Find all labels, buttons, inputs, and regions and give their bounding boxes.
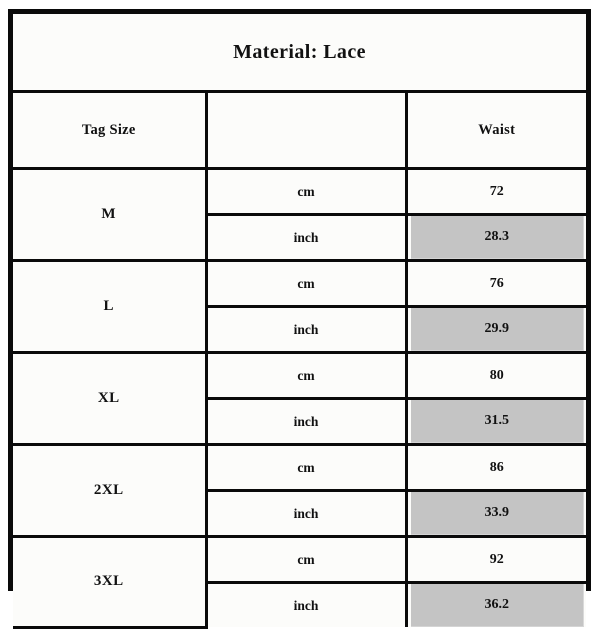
waist-cm-m: 72 xyxy=(404,167,587,216)
waist-inch-3xl-value: 36.2 xyxy=(410,584,585,627)
unit-cm-2xl: cm xyxy=(204,443,408,492)
unit-cm-l: cm xyxy=(204,259,408,308)
header-tag-size: Tag Size xyxy=(13,90,208,170)
size-label-2xl: 2XL xyxy=(13,443,208,538)
table-row: L cm 76 xyxy=(13,259,587,354)
unit-inch-l: inch xyxy=(206,305,408,354)
size-chart-table: Material: Lace Tag Size Waist M cm 72 in… xyxy=(13,14,587,629)
size-label-xl: XL xyxy=(13,351,208,446)
waist-inch-m: 28.3 xyxy=(404,213,587,262)
material-title: Material: Lace xyxy=(13,14,587,93)
waist-inch-2xl-value: 33.9 xyxy=(410,492,585,535)
waist-inch-3xl: 36.2 xyxy=(404,581,587,627)
waist-cm-2xl: 86 xyxy=(404,443,587,492)
table-row: 2XL cm 86 xyxy=(13,443,587,538)
waist-inch-l: 29.9 xyxy=(404,305,587,354)
waist-inch-l-value: 29.9 xyxy=(410,308,585,351)
waist-cm-l: 76 xyxy=(404,259,587,308)
header-waist: Waist xyxy=(404,90,587,170)
unit-inch-3xl: inch xyxy=(206,581,408,627)
waist-cm-xl: 80 xyxy=(404,351,587,400)
unit-inch-xl: inch xyxy=(206,397,408,446)
waist-cm-3xl: 92 xyxy=(404,535,587,584)
size-label-m: M xyxy=(13,167,208,262)
header-row: Tag Size Waist xyxy=(13,90,587,170)
waist-inch-2xl: 33.9 xyxy=(404,489,587,538)
waist-inch-m-value: 28.3 xyxy=(410,216,585,259)
size-chart-frame: Material: Lace Tag Size Waist M cm 72 in… xyxy=(8,9,591,629)
table-row: M cm 72 xyxy=(13,167,587,262)
waist-inch-xl: 31.5 xyxy=(404,397,587,446)
size-label-3xl: 3XL xyxy=(13,535,208,629)
header-unit xyxy=(204,90,408,170)
unit-inch-m: inch xyxy=(206,213,408,262)
unit-cm-xl: cm xyxy=(204,351,408,400)
unit-cm-3xl: cm xyxy=(204,535,408,584)
unit-cm-m: cm xyxy=(204,167,408,216)
waist-inch-xl-value: 31.5 xyxy=(410,400,585,443)
unit-inch-2xl: inch xyxy=(206,489,408,538)
table-row: 3XL cm 92 xyxy=(13,535,587,629)
size-label-l: L xyxy=(13,259,208,354)
title-row: Material: Lace xyxy=(13,14,587,93)
table-row: XL cm 80 xyxy=(13,351,587,446)
